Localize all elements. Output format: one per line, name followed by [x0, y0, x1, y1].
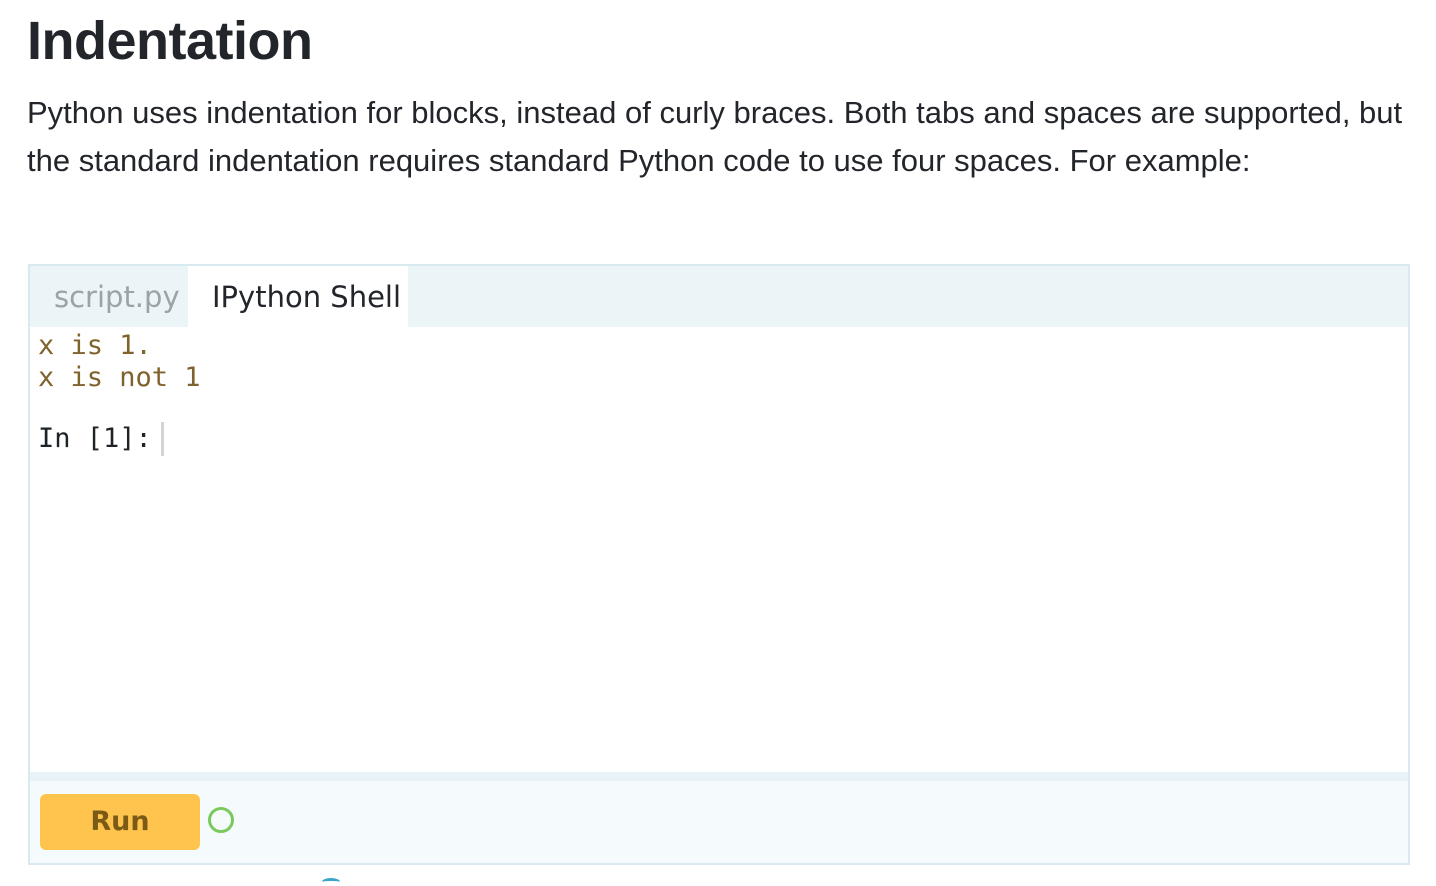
page-title: Indentation	[27, 11, 313, 71]
ipython-console[interactable]: x is 1. x is not 1 In [1]:	[30, 327, 1408, 772]
console-divider	[30, 772, 1408, 781]
editor-tab-bar: script.py IPython Shell	[30, 266, 1408, 327]
run-button[interactable]: Run	[40, 794, 200, 850]
console-output-line: x is 1.	[38, 330, 152, 361]
tab-script-py[interactable]: script.py	[30, 266, 188, 327]
partial-icon	[322, 878, 340, 886]
intro-paragraph: Python uses indentation for blocks, inst…	[27, 95, 1403, 178]
editor-footer: Run	[30, 781, 1408, 863]
console-output-line: x is not 1	[38, 362, 201, 393]
code-exercise-widget: script.py IPython Shell x is 1. x is not…	[28, 264, 1410, 865]
console-input-cursor[interactable]	[161, 422, 164, 456]
console-prompt: In [1]:	[38, 423, 169, 454]
status-ring-icon	[208, 807, 234, 833]
tab-ipython-shell[interactable]: IPython Shell	[188, 266, 408, 327]
